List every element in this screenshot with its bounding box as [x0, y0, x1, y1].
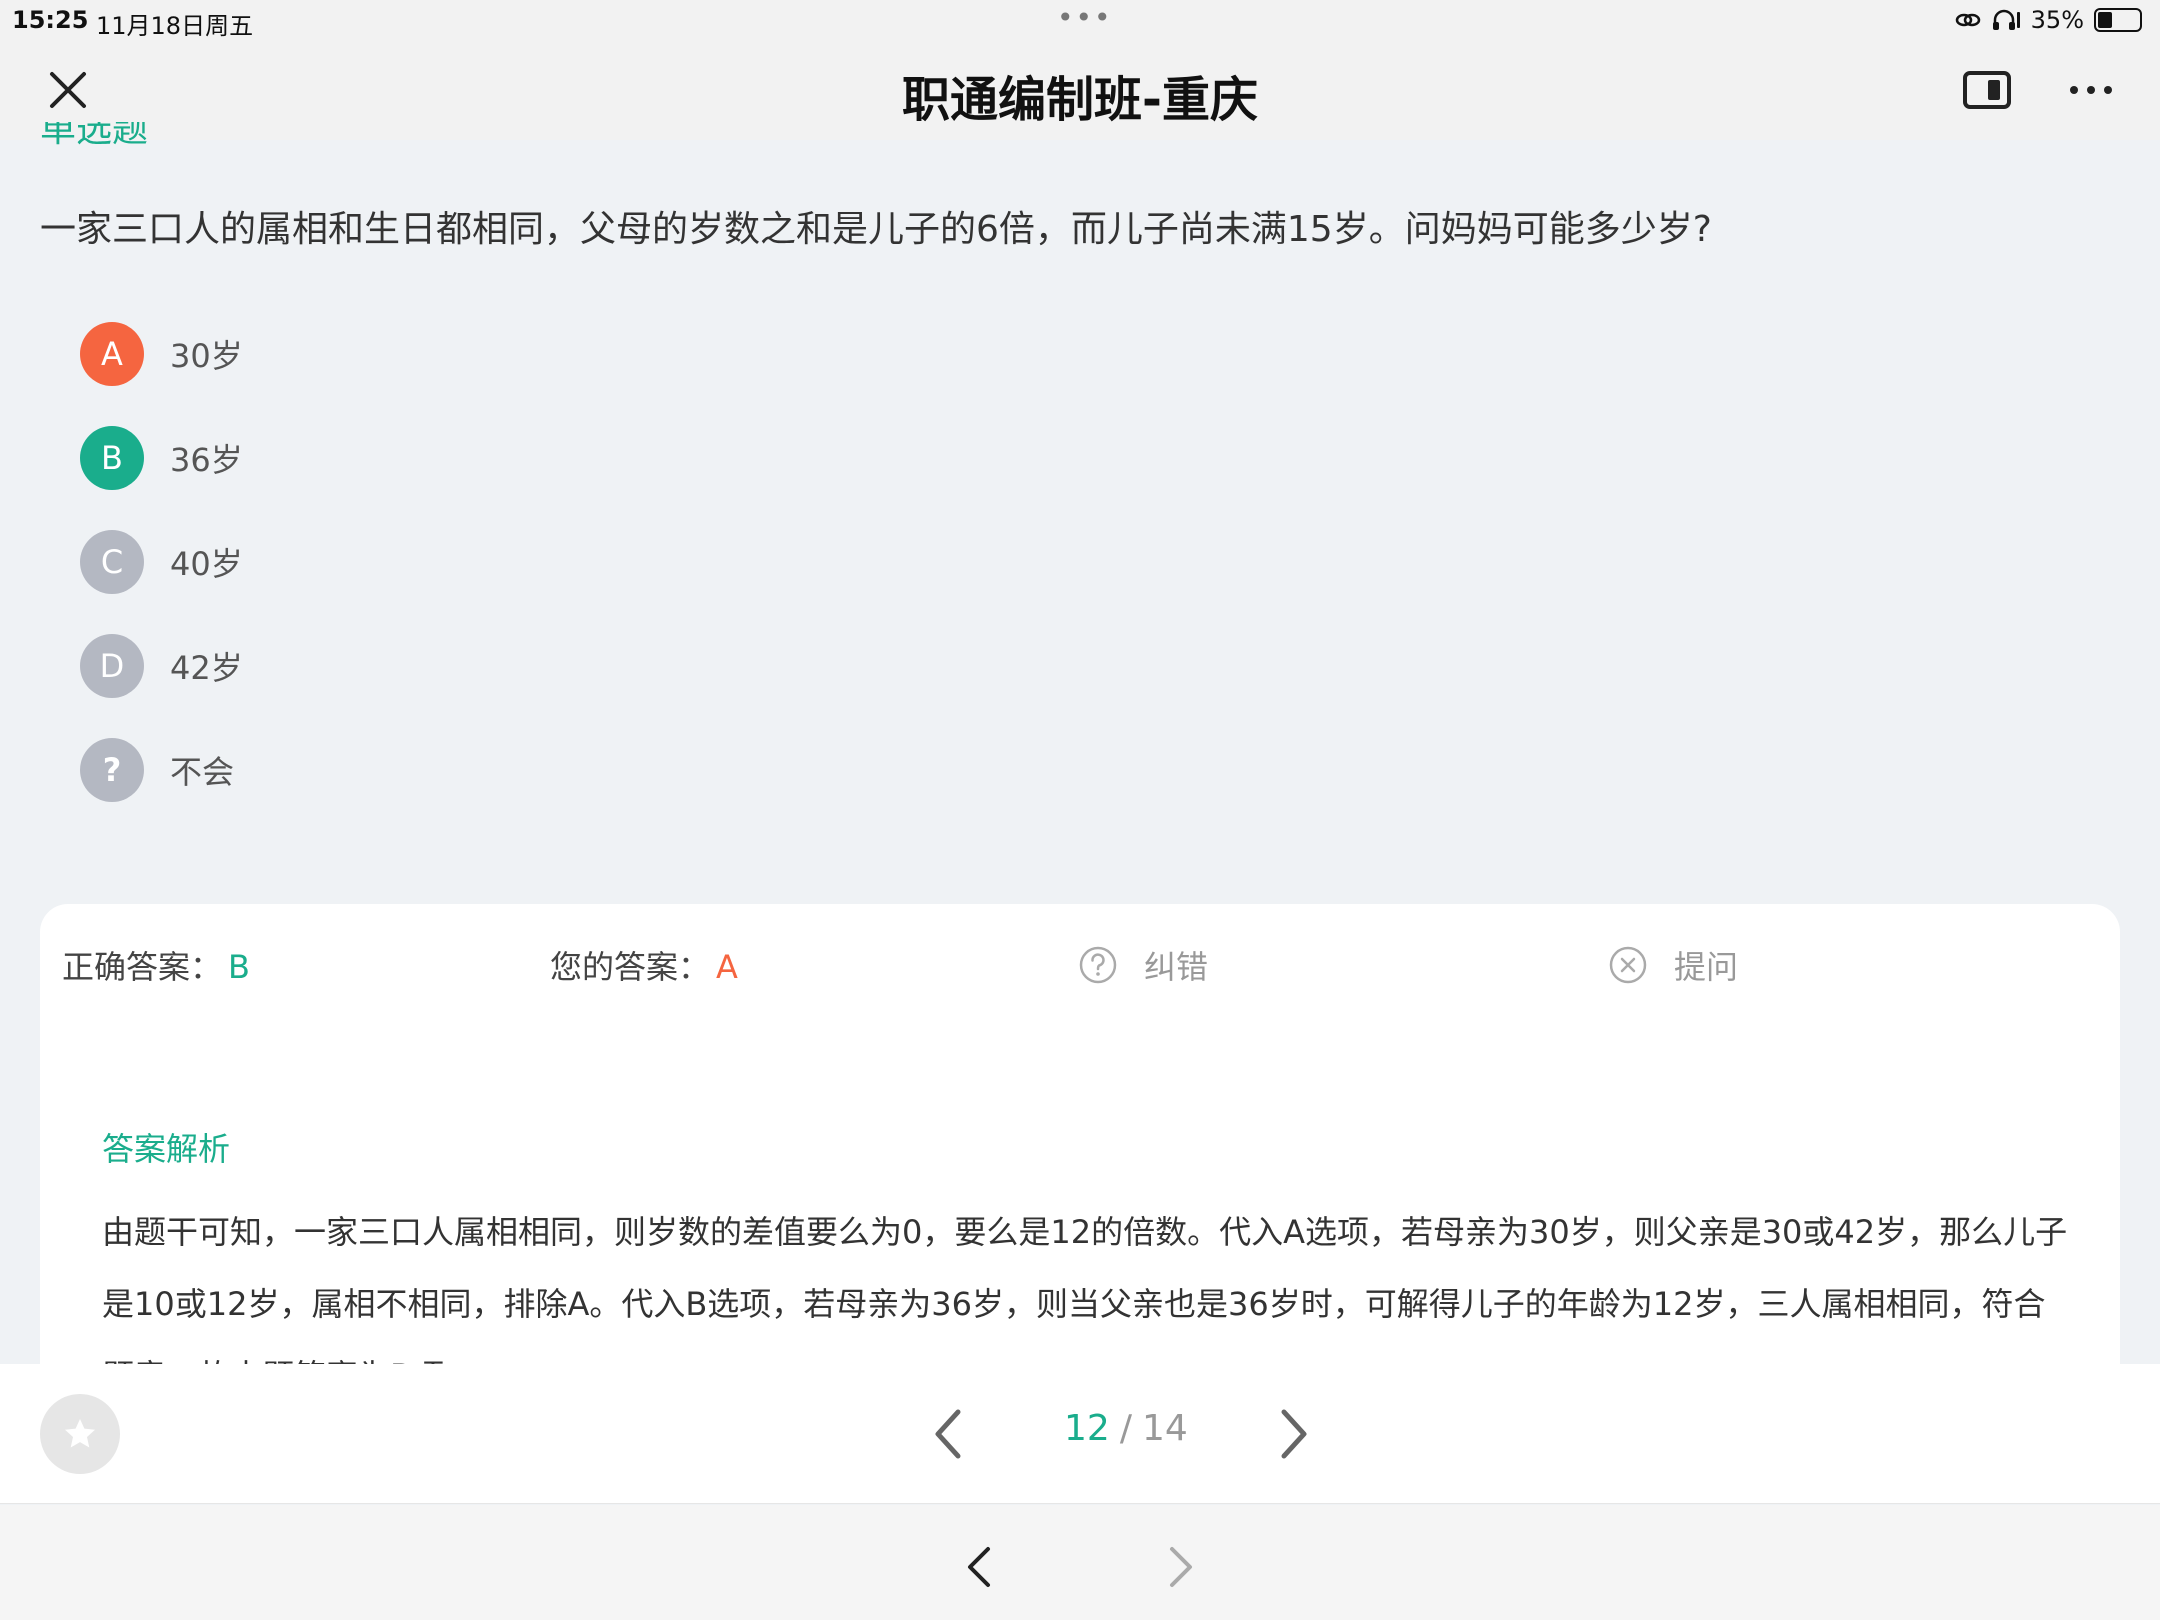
analysis-body: 由题干可知，一家三口人属相相同，则岁数的差值要么为0，要么是12的倍数。代入A选… [102, 1213, 2068, 1364]
ask-question-label: 提问 [1674, 948, 1739, 986]
option-c[interactable]: C 40岁 [80, 530, 243, 594]
question-circle-icon [1079, 946, 1117, 984]
option-b[interactable]: B 36岁 [80, 426, 243, 490]
page-title: 职通编制班-重庆 [902, 72, 1258, 128]
option-d[interactable]: D 42岁 [80, 634, 243, 698]
question-text: 一家三口人的属相和生日都相同，父母的岁数之和是儿子的6倍，而儿子尚未满15岁。问… [40, 209, 1712, 250]
question-type: 单选题 [40, 122, 149, 148]
current-page: 12 [1064, 1408, 1110, 1449]
more-icon[interactable] [2066, 70, 2116, 110]
browser-back-button[interactable] [960, 1543, 1000, 1591]
battery-icon [2094, 8, 2142, 32]
total-pages: 14 [1141, 1408, 1188, 1449]
page-separator: / [1119, 1408, 1132, 1449]
option-text: 42岁 [170, 649, 243, 687]
option-a[interactable]: A 30岁 [80, 322, 243, 386]
your-answer: 您的答案： A [550, 942, 738, 988]
browser-forward-button[interactable] [1160, 1543, 1200, 1591]
correct-answer-value: B [228, 948, 250, 986]
browser-nav-bar [0, 1505, 2160, 1620]
previous-question-button[interactable] [924, 1404, 974, 1464]
favorite-button[interactable] [40, 1394, 120, 1474]
report-error-button[interactable]: 纠错 [1078, 942, 1208, 988]
star-icon [65, 1419, 95, 1448]
answer-row: 正确答案： B 您的答案： A 纠错 提问 [40, 942, 2120, 992]
option-dont-know[interactable]: ? 不会 [80, 738, 243, 802]
option-letter: C [80, 530, 144, 594]
answer-card: 正确答案： B 您的答案： A 纠错 提问 答案解析 由题干可知，一家三口人属相相同… [40, 904, 2120, 1364]
your-answer-value: A [716, 948, 738, 986]
multitask-dots-icon[interactable]: ••• [1057, 4, 1113, 32]
option-text: 30岁 [170, 337, 243, 375]
analysis-title: 答案解析 [102, 1130, 231, 1168]
next-question-button[interactable] [1268, 1404, 1318, 1464]
option-letter: D [80, 634, 144, 698]
status-time: 15:25 [12, 6, 89, 34]
nav-bar: 职通编制班-重庆 [0, 40, 2160, 140]
question-mark-icon: ? [80, 738, 144, 802]
status-date: 11月18日周五 [96, 12, 254, 40]
options-list: A 30岁 B 36岁 C 40岁 D 42岁 ? 不会 [80, 322, 243, 842]
option-text: 40岁 [170, 545, 243, 583]
link-icon [1955, 13, 1980, 27]
status-bar: 15:25 11月18日周五 ••• 35% [0, 0, 2160, 40]
your-answer-label: 您的答案： [550, 948, 711, 986]
correct-answer-label: 正确答案： [62, 948, 223, 986]
option-text: 36岁 [170, 441, 243, 479]
bottom-toolbar: 12/14 [0, 1364, 2160, 1504]
ask-question-button[interactable]: 提问 [1608, 942, 1738, 988]
split-view-icon[interactable] [1962, 68, 2012, 112]
battery-level [2098, 12, 2112, 28]
headphones-icon [1992, 9, 2020, 30]
page-indicator: 12/14 [1064, 1408, 1188, 1449]
correct-answer: 正确答案： B [62, 942, 250, 988]
option-letter: B [80, 426, 144, 490]
option-text: 不会 [170, 753, 235, 791]
battery-percent: 35% [2030, 6, 2084, 34]
status-indicators: 35% [1955, 6, 2142, 34]
option-letter: A [80, 322, 144, 386]
ask-icon [1609, 946, 1647, 984]
report-error-label: 纠错 [1144, 948, 1209, 986]
